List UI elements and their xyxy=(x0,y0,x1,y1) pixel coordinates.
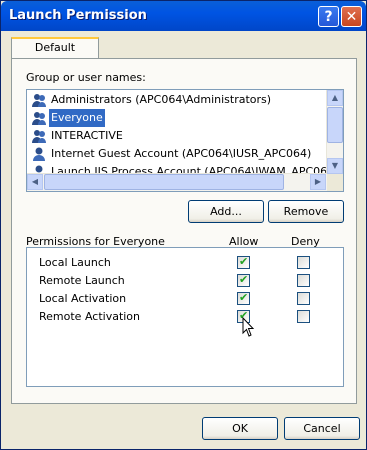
permission-row-local-launch: Local Launch ✔ xyxy=(27,254,345,272)
horizontal-scrollbar[interactable]: ◀ ▶ xyxy=(27,173,327,191)
permission-label: Local Launch xyxy=(39,256,111,269)
title-bar[interactable]: Launch Permission ? ✕ xyxy=(1,1,366,31)
user-icon xyxy=(33,147,45,161)
scroll-down-icon[interactable]: ▼ xyxy=(327,158,343,174)
permission-row-remote-launch: Remote Launch ✔ xyxy=(27,272,345,290)
mouse-cursor-icon xyxy=(242,317,255,337)
tab-panel: Group or user names: Administrators (APC… xyxy=(11,58,357,404)
group-users-icon xyxy=(32,130,46,143)
cancel-button[interactable]: Cancel xyxy=(284,417,360,440)
vertical-scroll-thumb[interactable] xyxy=(327,107,343,143)
list-item-label: Everyone xyxy=(49,109,105,127)
group-user-listbox[interactable]: Administrators (APC064\Administrators) E… xyxy=(26,89,344,192)
permissions-list: Local Launch ✔ Remote Launch ✔ Local Act… xyxy=(26,247,344,387)
scroll-up-icon[interactable]: ▲ xyxy=(327,90,343,106)
deny-remote-launch-checkbox[interactable] xyxy=(297,274,310,287)
permission-row-local-activation: Local Activation ✔ xyxy=(27,290,345,308)
scroll-left-icon[interactable]: ◀ xyxy=(27,174,43,190)
allow-local-activation-checkbox[interactable]: ✔ xyxy=(237,291,250,305)
vertical-scrollbar[interactable]: ▲ ▼ xyxy=(326,90,343,175)
deny-local-activation-checkbox[interactable] xyxy=(297,292,310,305)
horizontal-scroll-thumb[interactable] xyxy=(44,174,284,190)
close-button[interactable]: ✕ xyxy=(341,6,362,27)
check-icon: ✔ xyxy=(239,291,249,304)
tab-default-security[interactable]: Default Security xyxy=(11,37,99,72)
group-users-icon xyxy=(32,94,46,107)
scroll-corner xyxy=(327,174,343,191)
check-icon: ✔ xyxy=(239,273,249,286)
scroll-right-icon[interactable]: ▶ xyxy=(310,174,326,190)
launch-permission-dialog: Launch Permission ? ✕ Default Security G… xyxy=(0,0,367,450)
list-item-label: INTERACTIVE xyxy=(51,129,123,142)
permission-label: Remote Launch xyxy=(39,274,125,287)
allow-remote-launch-checkbox[interactable]: ✔ xyxy=(237,273,250,287)
list-item[interactable]: Everyone xyxy=(27,109,327,127)
list-item-label: Administrators (APC064\Administrators) xyxy=(51,93,272,106)
list-item[interactable]: Administrators (APC064\Administrators) xyxy=(27,91,327,109)
group-names-label: Group or user names: xyxy=(26,71,146,84)
permission-label: Remote Activation xyxy=(39,310,141,323)
deny-local-launch-checkbox[interactable] xyxy=(297,256,310,269)
check-icon: ✔ xyxy=(239,255,249,268)
deny-remote-activation-checkbox[interactable] xyxy=(297,310,310,323)
ok-button[interactable]: OK xyxy=(202,417,278,440)
add-button[interactable]: Add... xyxy=(188,200,264,223)
permission-row-remote-activation: Remote Activation ✔ xyxy=(27,308,345,326)
window-title: Launch Permission xyxy=(9,8,147,23)
help-button[interactable]: ? xyxy=(318,6,339,27)
list-item[interactable]: INTERACTIVE xyxy=(27,127,327,145)
allow-local-launch-checkbox[interactable]: ✔ xyxy=(237,255,250,269)
remove-button[interactable]: Remove xyxy=(268,200,344,223)
permission-label: Local Activation xyxy=(39,292,127,305)
group-users-icon xyxy=(32,112,46,125)
list-item[interactable]: Internet Guest Account (APC064\IUSR_APC0… xyxy=(27,145,327,163)
list-item-label: Internet Guest Account (APC064\IUSR_APC0… xyxy=(51,147,312,160)
